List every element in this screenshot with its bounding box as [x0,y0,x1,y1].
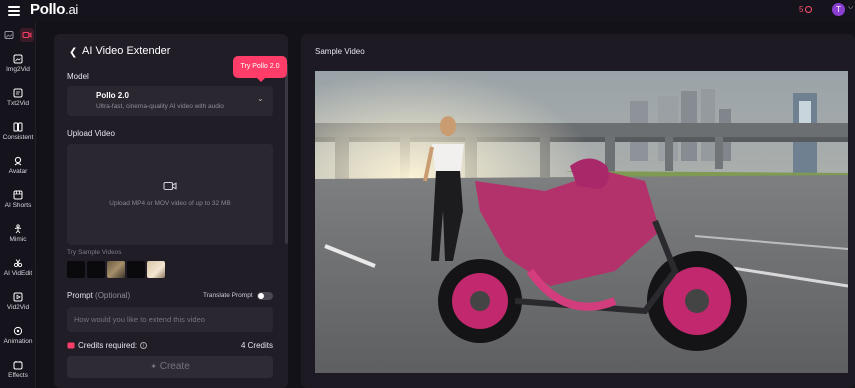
video-frame-image [315,71,848,373]
mimic-icon [14,224,22,234]
sample-videos-label: Try Sample Videos [67,249,122,256]
sidebar-item-ai-shorts[interactable]: AI Shorts [0,190,36,209]
credits-icon [67,342,75,349]
logo[interactable]: Pollo.ai [30,1,78,18]
effects-icon [13,361,23,370]
create-button[interactable]: ✦ Create [67,356,273,378]
sample-video-thumb[interactable] [107,261,125,278]
chevron-down-icon[interactable]: ⌵ [848,4,853,12]
prompt-optional-text: (Optional) [95,291,131,300]
prompt-label-text: Prompt [67,291,93,300]
upload-hint: Upload MP4 or MOV video of up to 32 MB [109,200,231,207]
sample-video-thumb[interactable] [87,261,105,278]
sample-video-thumb[interactable] [127,261,145,278]
sample-video-list [67,261,165,278]
sidebar-item-label: Avatar [8,168,28,175]
text-to-video-icon [13,88,23,98]
upload-label: Upload Video [67,129,115,138]
image-to-video-icon [13,54,23,64]
video-camera-icon [163,181,177,191]
video-to-video-icon [13,292,23,302]
sidebar-item-txt2vid[interactable]: Txt2Vid [0,88,36,107]
coin-icon [805,6,813,13]
sidebar-item-avatar[interactable]: Avatar [0,156,36,175]
sidebar-item-label: AI Shorts [4,202,32,209]
mode-toggle [2,28,34,42]
sidebar-item-label: Vid2Vid [6,304,30,311]
shorts-icon [13,190,23,200]
panel-scrollbar[interactable] [285,64,288,244]
model-select[interactable]: Pollo 2.0 Ultra-fast, cinema-quality AI … [67,86,273,116]
logo-text: Pollo [30,1,66,18]
try-pollo-badge[interactable]: Try Pollo 2.0 [233,56,287,82]
sidebar: Img2Vid Txt2Vid Consistent Avatar AI Sho… [0,22,36,388]
sidebar-item-consistent[interactable]: Consistent [0,122,36,141]
create-button-label: Create [159,361,190,372]
back-arrow-icon[interactable]: ❮ [69,47,77,58]
avatar-icon [14,156,22,166]
sidebar-item-label: Animation [3,338,33,345]
sample-video-thumb[interactable] [67,261,85,278]
prompt-label: Prompt (Optional) [67,291,130,300]
page-title: AI Video Extender [82,45,171,57]
image-mode-icon[interactable] [2,28,16,42]
translate-prompt-label: Translate Prompt [203,292,253,299]
credits-count: 5 [799,5,804,14]
credits-value: 4 Credits [240,341,273,350]
sidebar-item-label: Txt2Vid [7,100,29,107]
sidebar-item-label: Effects [8,372,28,379]
sidebar-item-label: Consistent [2,134,34,141]
video-mode-icon[interactable] [20,28,34,42]
sidebar-item-mimic[interactable]: Mimic [0,224,36,243]
top-bar: Pollo.ai 5 T ⌵ [0,0,855,22]
translate-prompt-toggle[interactable] [257,292,273,300]
prompt-input[interactable] [67,307,273,332]
sidebar-item-effects[interactable]: Effects [0,360,36,379]
chevron-down-icon: ⌄ [257,94,264,103]
preview-title: Sample Video [315,47,365,56]
sidebar-item-label: AI VidEdit [3,270,33,277]
credits-badge[interactable]: 5 [799,5,813,14]
sidebar-item-vid2vid[interactable]: Vid2Vid [0,292,36,311]
upload-dropzone[interactable]: Upload MP4 or MOV video of up to 32 MB [67,144,273,245]
model-label: Model [67,72,89,81]
avatar[interactable]: T [832,3,845,16]
sample-video-thumb[interactable] [147,261,165,278]
sidebar-item-img2vid[interactable]: Img2Vid [0,54,36,73]
sample-video-player[interactable] [315,71,848,373]
consistent-icon [13,122,23,132]
sidebar-item-ai-videdit[interactable]: AI VidEdit [0,258,36,277]
sidebar-item-label: Img2Vid [6,66,30,73]
animation-icon [13,326,23,336]
sidebar-item-label: Mimic [9,236,27,243]
info-icon[interactable]: i [140,342,148,349]
sidebar-item-animation[interactable]: Animation [0,326,36,345]
credits-label: Credits required: [78,341,138,350]
model-name: Pollo 2.0 [96,91,129,100]
sparkle-icon: ✦ [150,362,157,371]
menu-icon[interactable] [8,4,20,16]
logo-suffix: .ai [65,2,79,17]
video-edit-icon [13,259,23,268]
model-description: Ultra-fast, cinema-quality AI video with… [96,103,224,110]
